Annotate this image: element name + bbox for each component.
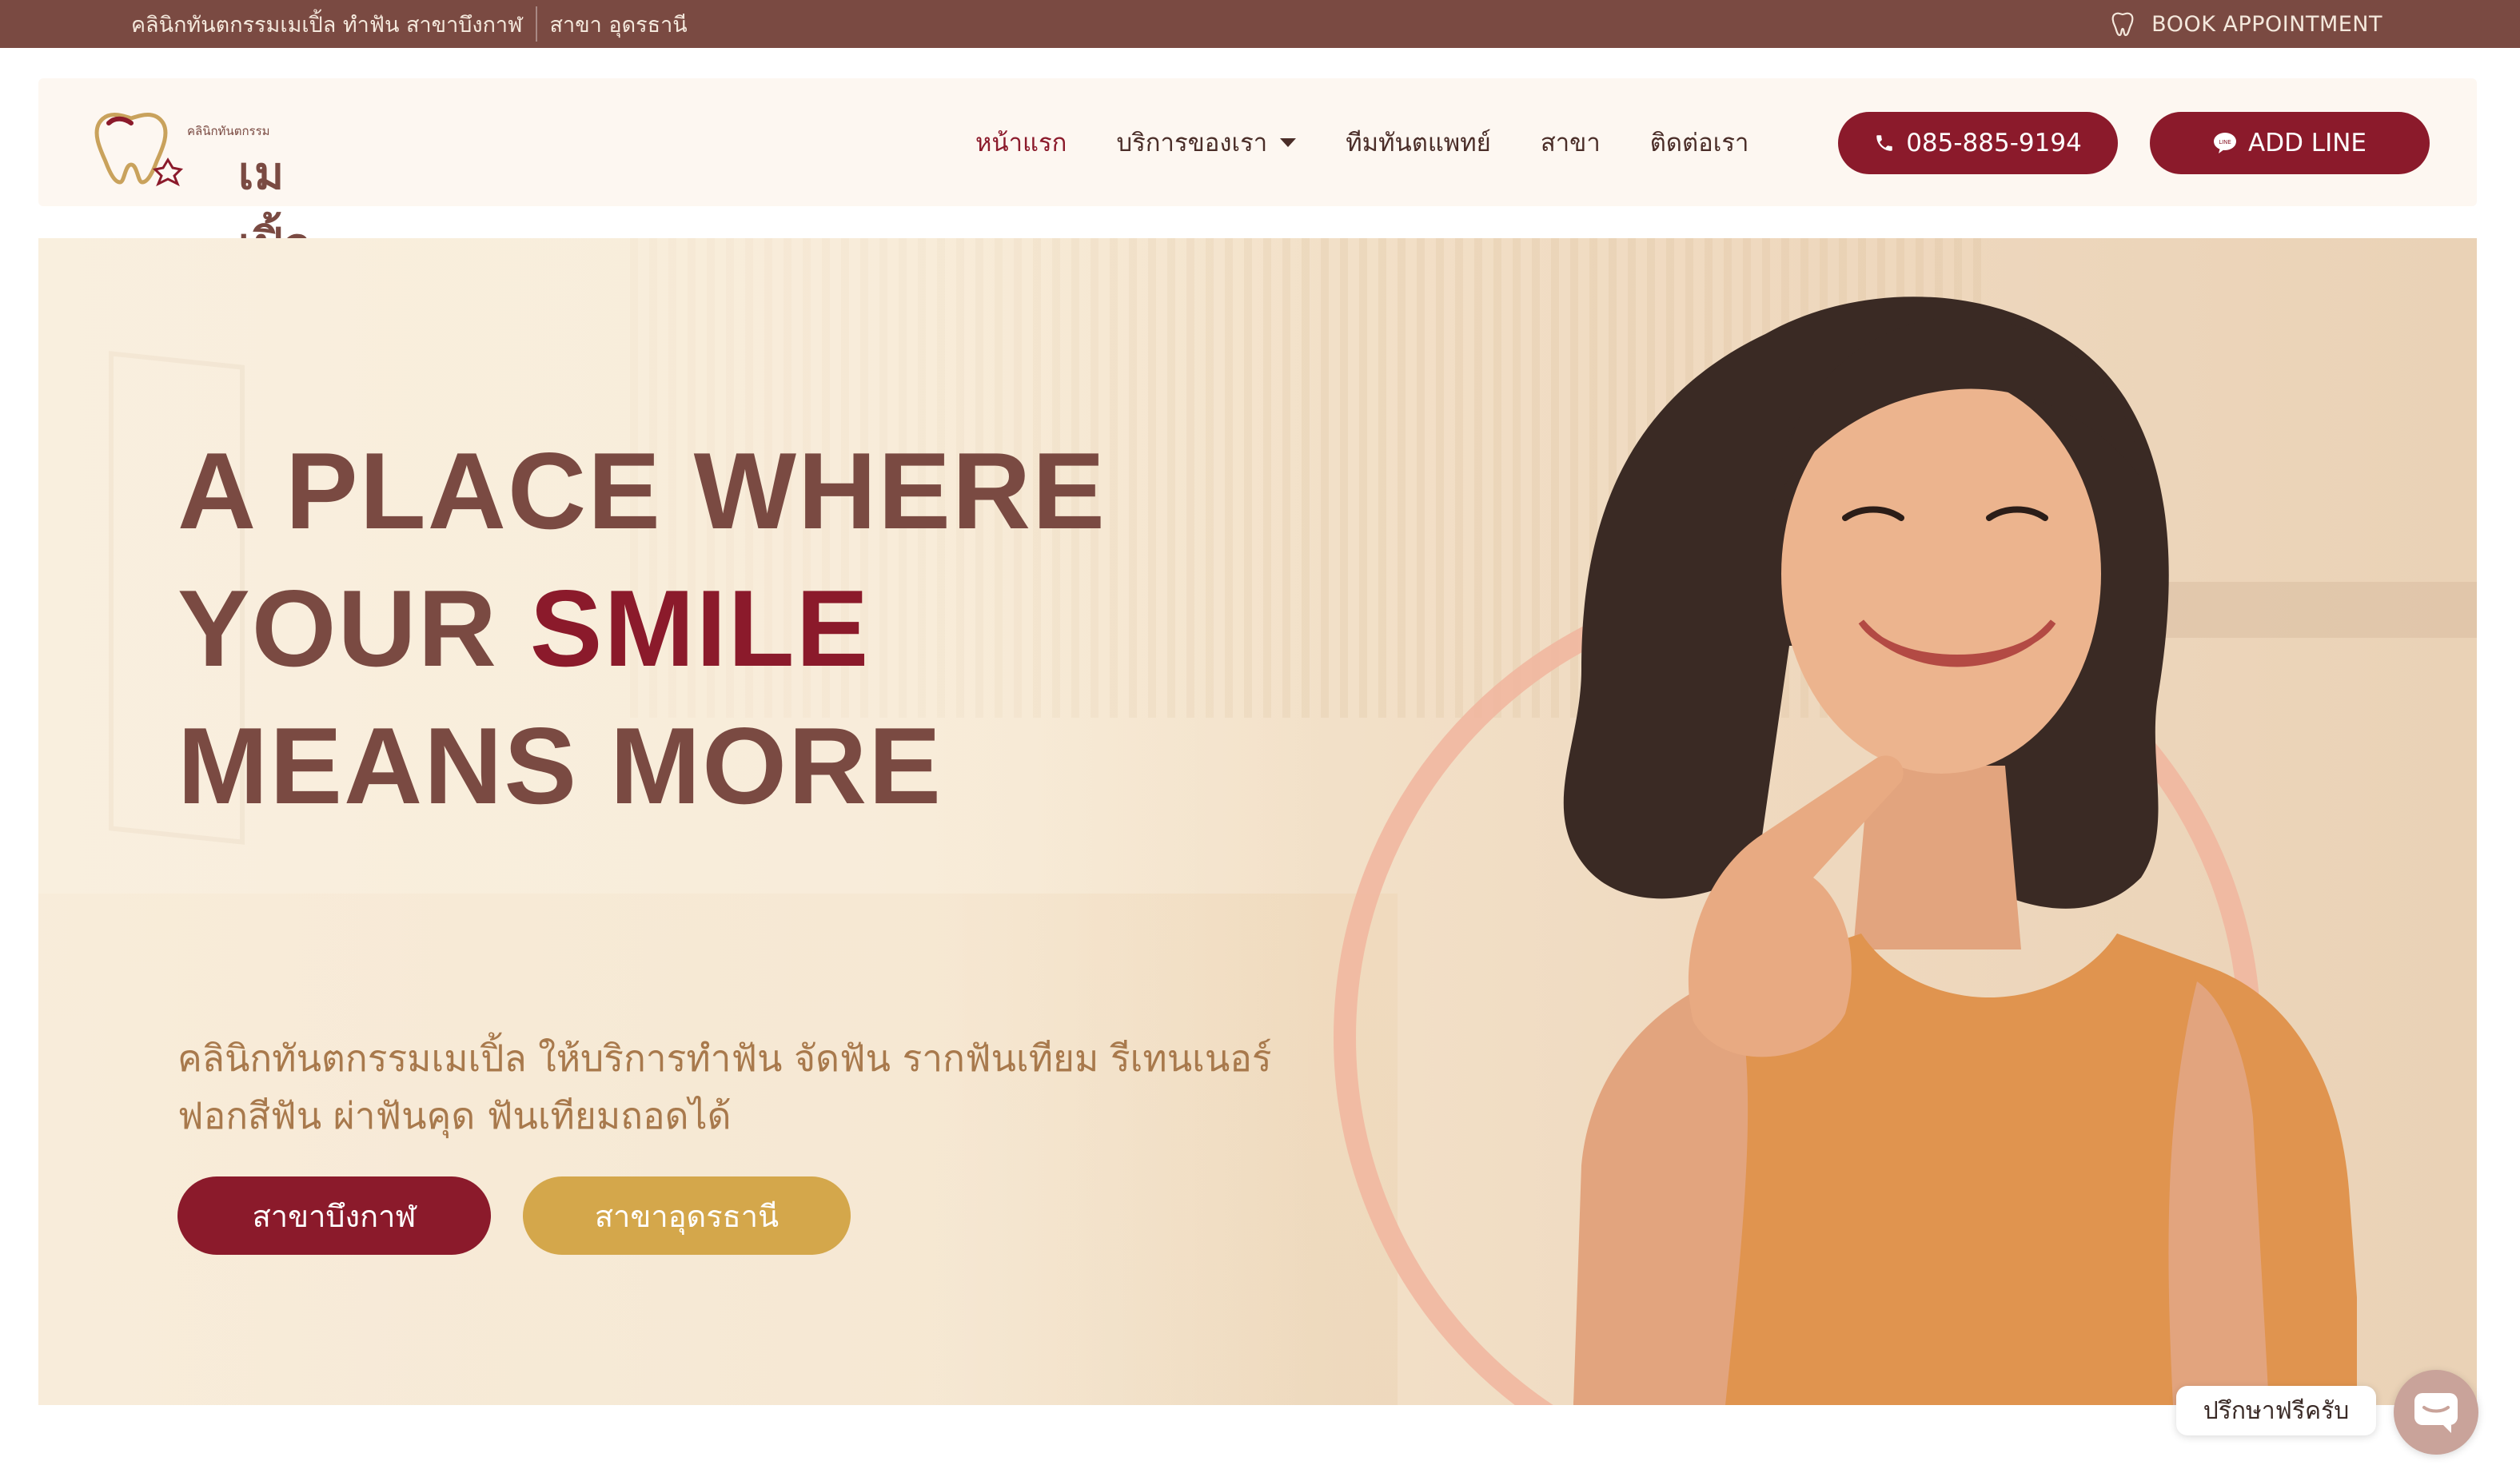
bueng-kan-branch-button[interactable]: สาขาบึงกาฬ	[177, 1176, 491, 1255]
chat-label[interactable]: ปรึกษาฟรีครับ	[2176, 1386, 2376, 1435]
nav-item-branches[interactable]: สาขา	[1541, 122, 1601, 162]
add-line-label: ADD LINE	[2248, 129, 2366, 157]
headline-line-1: A PLACE WHERE	[177, 430, 1106, 551]
nav-item-label: ติดต่อเรา	[1649, 129, 1749, 157]
chevron-down-icon	[1280, 137, 1297, 147]
logo[interactable]: คลินิกทันตกรรม เมเปิ้ล	[83, 99, 339, 271]
smiling-woman-image	[1563, 297, 2357, 1405]
nav-item-services[interactable]: บริการของเรา	[1116, 122, 1297, 162]
headline-smile: SMILE	[529, 567, 871, 689]
logo-tooth-icon	[94, 113, 184, 187]
add-line-button[interactable]: LINE ADD LINE	[2150, 112, 2430, 174]
phone-button[interactable]: 085-885-9194	[1838, 112, 2118, 174]
top-bar-branch-udon[interactable]: สาขา อุดรธานี	[550, 7, 688, 42]
hero-subtext: คลินิกทันตกรรมเมเปิ้ล ให้บริการทำฟัน จัด…	[177, 1037, 1272, 1137]
headline-line-2: YOUR SMILE	[177, 559, 1106, 697]
book-appointment-link[interactable]: BOOK APPOINTMENT	[2108, 0, 2382, 48]
site-header: คลินิกทันตกรรม เมเปิ้ล หน้าแรก บริการของ…	[38, 78, 2477, 271]
top-bar-clinic-branch[interactable]: คลินิกทันตกรรมเมเปิ้ล ทำฟัน สาขาบึงกาฬ	[131, 7, 523, 42]
nav-item-dentists[interactable]: ทีมทันตแพทย์	[1346, 122, 1491, 162]
headline-your: YOUR	[177, 567, 530, 689]
top-bar: คลินิกทันตกรรมเมเปิ้ล ทำฟัน สาขาบึงกาฬ ส…	[0, 0, 2520, 48]
phone-icon	[1876, 135, 1892, 151]
top-bar-branches: คลินิกทันตกรรมเมเปิ้ล ทำฟัน สาขาบึงกาฬ ส…	[131, 0, 688, 48]
line-icon: LINE	[2214, 133, 2236, 153]
nav-item-label: หน้าแรก	[975, 129, 1067, 157]
nav-item-label: ทีมทันตแพทย์	[1346, 129, 1491, 157]
hero-headline: A PLACE WHERE YOUR SMILE MEANS MORE	[177, 422, 1106, 834]
nav-item-label: สาขา	[1540, 129, 1601, 157]
tooth-icon	[2111, 12, 2134, 37]
nav-item-label: บริการของเรา	[1116, 129, 1268, 157]
chat-icon	[2414, 1393, 2458, 1433]
book-appointment-label: BOOK APPOINTMENT	[2151, 11, 2382, 37]
phone-number: 085-885-9194	[1906, 129, 2082, 157]
nav-item-home[interactable]: หน้าแรก	[975, 122, 1067, 162]
hero-section: A PLACE WHERE YOUR SMILE MEANS MORE คลิน…	[38, 238, 2477, 1405]
headline-line-3: MEANS MORE	[177, 705, 943, 826]
chat-button[interactable]	[2394, 1370, 2478, 1455]
main-nav: หน้าแรก บริการของเรา ทีมทันตแพทย์ สาขา ต…	[975, 78, 1798, 206]
svg-text:LINE: LINE	[2219, 139, 2231, 145]
divider	[535, 6, 537, 42]
nav-item-contact[interactable]: ติดต่อเรา	[1650, 122, 1749, 162]
udon-branch-button[interactable]: สาขาอุดรธานี	[523, 1176, 851, 1255]
